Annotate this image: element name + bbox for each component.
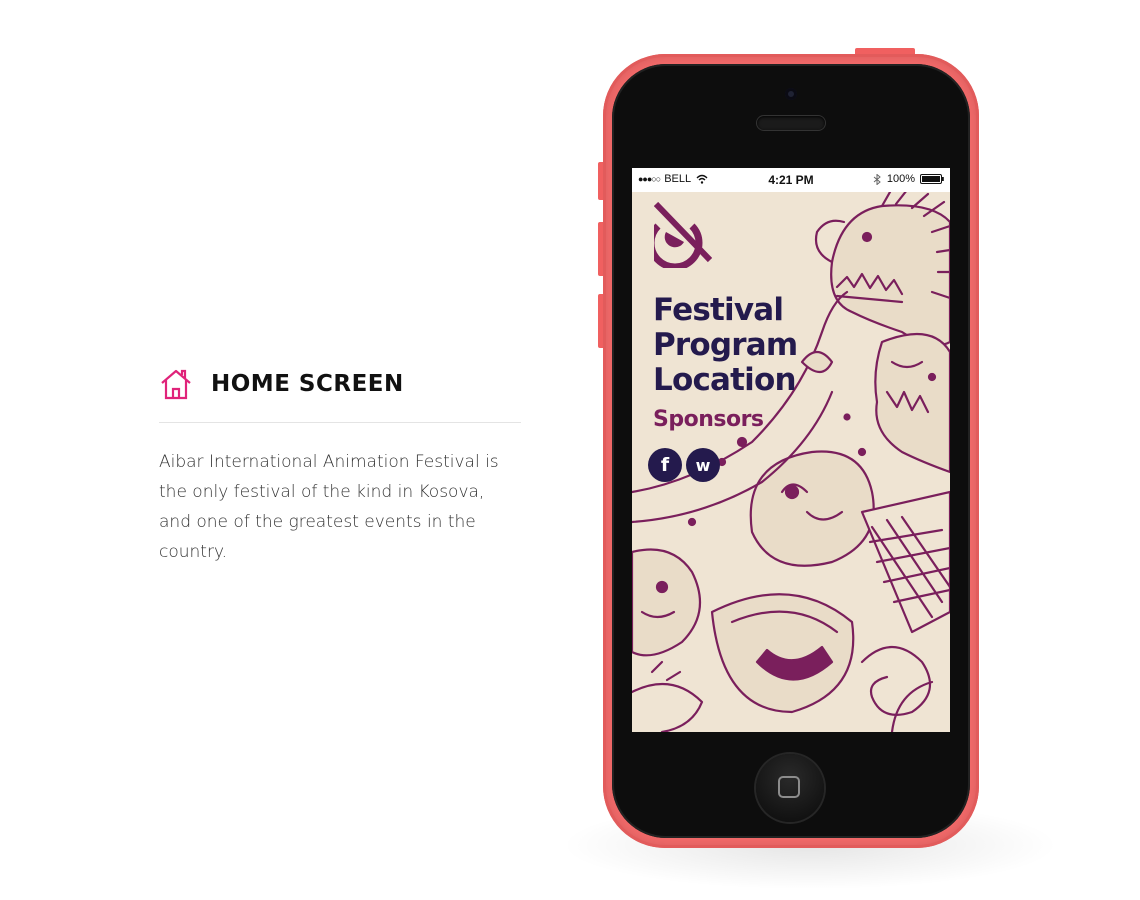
menu-location[interactable]: Location (653, 363, 797, 397)
earpiece-speaker (757, 116, 825, 130)
house-icon (161, 369, 191, 400)
status-right: 100% (873, 173, 944, 185)
menu-sponsors[interactable]: Sponsors (653, 407, 764, 432)
web-button[interactable]: w (686, 448, 720, 482)
menu-program[interactable]: Program (653, 328, 798, 362)
section-description: Aibar International Animation Festival i… (159, 452, 499, 562)
bluetooth-icon (873, 173, 881, 185)
info-panel: HOME SCREEN Aibar International Animatio… (159, 364, 521, 584)
phone-home-button[interactable] (756, 754, 824, 822)
web-icon: w (695, 455, 711, 475)
status-bar: ●●●○○ BELL 4:21 PM 100% (632, 168, 950, 192)
info-header: HOME SCREEN (159, 364, 521, 404)
front-camera (785, 88, 797, 100)
phone-screen: ●●●○○ BELL 4:21 PM 100% Festival Program… (632, 168, 950, 732)
battery-percent: 100% (886, 173, 915, 185)
divider (159, 422, 521, 423)
battery-icon (920, 174, 944, 184)
home-square-icon (778, 776, 800, 798)
festival-logo (654, 202, 712, 268)
facebook-button[interactable]: f (648, 448, 682, 482)
menu-festival[interactable]: Festival (653, 293, 784, 327)
section-title: HOME SCREEN (211, 371, 404, 397)
facebook-icon: f (660, 454, 670, 476)
